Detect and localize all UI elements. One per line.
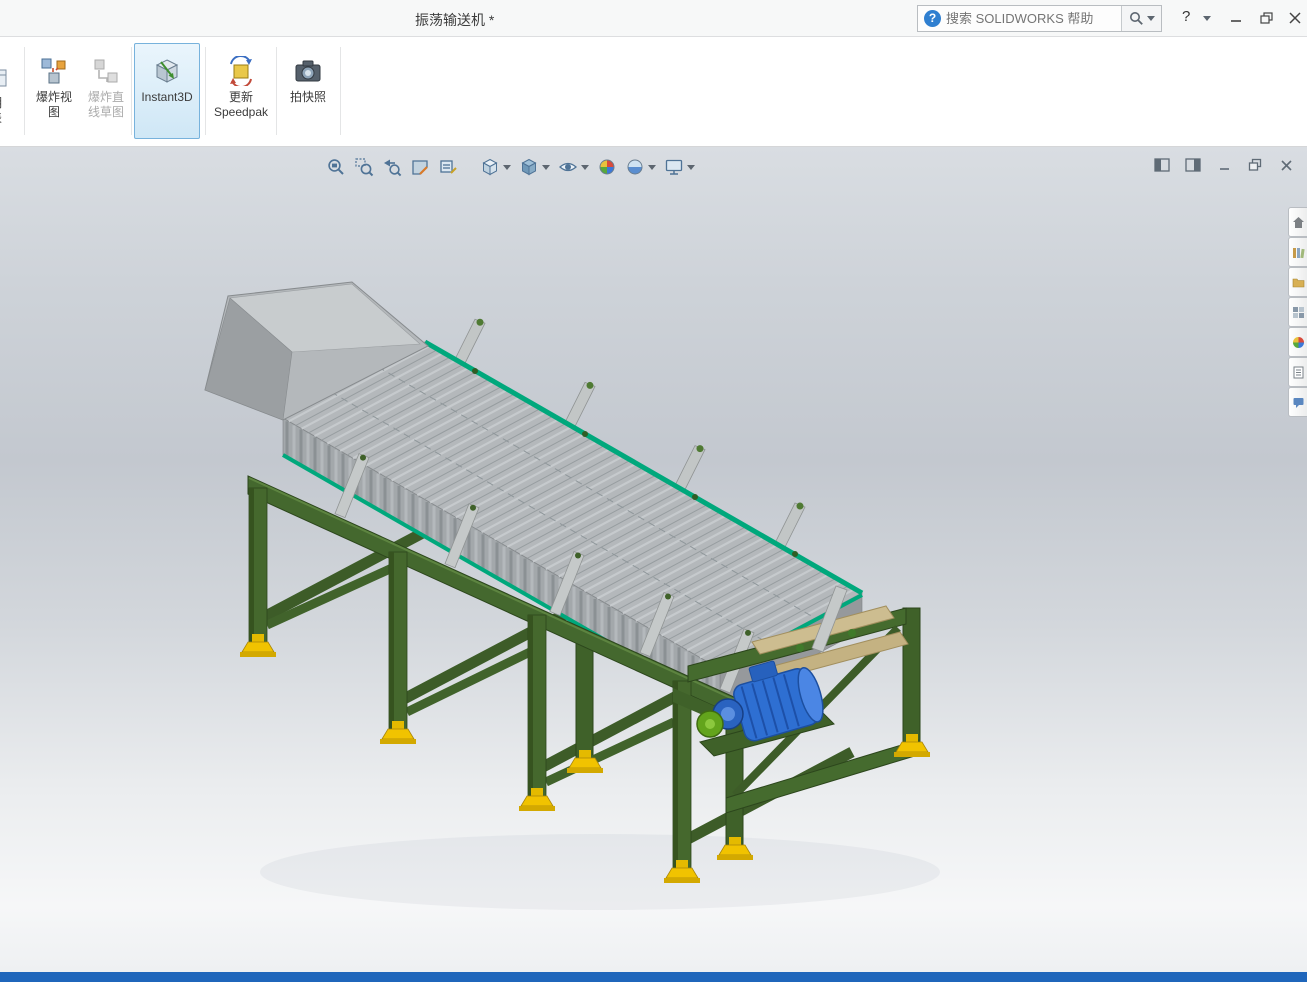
instant3d-label: Instant3D — [141, 90, 193, 104]
exploded-view-button[interactable]: 爆炸视 图 — [28, 43, 80, 139]
display-style-icon — [521, 158, 537, 176]
task-pane-tab-strip — [1288, 207, 1307, 417]
zoom-to-fit-button[interactable] — [322, 153, 350, 181]
conveyor-3d-model[interactable] — [0, 147, 1307, 972]
task-pane-tab-view-palette[interactable] — [1288, 297, 1307, 327]
display-style-caret — [542, 164, 550, 170]
update-speedpak-icon — [230, 56, 252, 86]
bom-label-2: 表 — [0, 111, 2, 125]
exploded-view-label-1: 爆炸视 — [35, 90, 72, 104]
zoom-to-area-button[interactable] — [350, 153, 378, 181]
hide-show-items-icon — [559, 162, 577, 172]
search-icon — [1129, 12, 1143, 25]
annotation-views-button[interactable] — [434, 153, 462, 181]
take-snapshot-label: 拍快照 — [289, 90, 326, 104]
zoom-to-area-icon — [355, 158, 374, 177]
view-palette-icon — [1292, 306, 1304, 318]
doc-minimize-icon — [1219, 167, 1229, 170]
restore-icon — [1259, 11, 1273, 24]
annotation-views-icon — [440, 160, 457, 174]
pane-left-button[interactable] — [1151, 155, 1173, 175]
exploded-view-icon — [41, 58, 66, 84]
restore-button[interactable] — [1252, 7, 1280, 29]
view-orientation-button[interactable] — [476, 153, 515, 181]
task-pane-tab-appearances[interactable] — [1288, 327, 1307, 357]
doc-close-icon — [1280, 159, 1292, 171]
view-settings-icon — [665, 159, 683, 175]
pane-right-button[interactable] — [1182, 155, 1204, 175]
help-search-box[interactable]: ? — [917, 5, 1162, 32]
view-settings-caret — [687, 164, 695, 170]
help-dropdown-caret[interactable] — [1203, 16, 1211, 21]
document-window-controls — [1151, 155, 1297, 175]
update-speedpak-button[interactable]: 更新 Speedpak — [209, 43, 273, 139]
apply-scene-button[interactable] — [621, 153, 660, 181]
view-orientation-caret — [503, 164, 511, 170]
title-bar: 振荡输送机 * ? ? — [0, 0, 1307, 37]
close-icon — [1289, 12, 1301, 24]
task-pane-tab-forum[interactable] — [1288, 387, 1307, 417]
search-dropdown-caret — [1146, 16, 1155, 21]
hide-show-items-caret — [581, 164, 589, 170]
document-title: 振荡输送机 * — [415, 12, 495, 28]
bom-label-1: 明 — [0, 96, 2, 110]
instant3d-button[interactable]: Instant3D — [134, 43, 200, 139]
status-bar — [0, 972, 1307, 982]
section-view-icon — [412, 160, 428, 175]
display-style-button[interactable] — [515, 153, 554, 181]
home-icon — [1292, 216, 1304, 228]
task-pane-tab-custom-properties[interactable] — [1288, 357, 1307, 387]
search-input[interactable] — [946, 11, 1121, 26]
view-settings-button[interactable] — [660, 153, 699, 181]
doc-minimize-button[interactable] — [1213, 155, 1235, 175]
minimize-icon — [1231, 20, 1241, 22]
help-button[interactable]: ? — [1182, 8, 1190, 25]
hide-show-items-button[interactable] — [554, 153, 593, 181]
task-pane-tab-file-explorer[interactable] — [1288, 267, 1307, 297]
update-speedpak-label-1: 更新 — [228, 90, 253, 104]
graphics-viewport[interactable] — [0, 147, 1307, 972]
zoom-to-fit-icon — [328, 159, 344, 175]
explode-line-sketch-button[interactable]: 爆炸直 线草图 — [80, 43, 132, 139]
folder-icon — [1292, 278, 1304, 287]
take-snapshot-button[interactable]: 拍快照 — [280, 43, 336, 139]
doc-restore-button[interactable] — [1244, 155, 1266, 175]
edit-appearance-icon — [599, 159, 615, 175]
explode-line-sketch-label-2: 线草图 — [87, 105, 124, 119]
apply-scene-icon — [627, 159, 643, 175]
help-badge-icon: ? — [924, 10, 941, 27]
search-button[interactable] — [1121, 6, 1161, 31]
bom-table-icon — [0, 69, 7, 87]
task-pane-tab-home[interactable] — [1288, 207, 1307, 237]
custom-properties-icon — [1293, 366, 1303, 378]
view-orientation-icon — [482, 158, 498, 176]
doc-restore-icon — [1248, 158, 1262, 171]
pane-left-icon — [1154, 158, 1170, 172]
explode-line-sketch-icon — [94, 59, 118, 83]
instant3d-icon — [155, 59, 179, 83]
appearances-ball-icon — [1292, 336, 1304, 348]
forum-icon — [1293, 397, 1303, 408]
solidworks-window: 振荡输送机 * ? ? — [0, 0, 1307, 982]
minimize-button[interactable] — [1222, 7, 1250, 29]
update-speedpak-label-2: Speedpak — [213, 105, 269, 119]
design-library-icon — [1292, 247, 1305, 258]
close-button[interactable] — [1281, 7, 1307, 29]
previous-view-button[interactable] — [378, 153, 406, 181]
exploded-view-label-2: 图 — [47, 105, 60, 119]
camera-icon — [295, 60, 321, 82]
apply-scene-caret — [648, 164, 656, 170]
pane-right-icon — [1185, 158, 1201, 172]
task-pane-tab-design-library[interactable] — [1288, 237, 1307, 267]
previous-view-icon — [384, 159, 402, 177]
explode-line-sketch-label-1: 爆炸直 — [87, 90, 124, 104]
ribbon-button-bom-partial[interactable]: 明 表 — [0, 43, 20, 139]
edit-appearance-button[interactable] — [593, 153, 621, 181]
section-view-button[interactable] — [406, 153, 434, 181]
heads-up-view-toolbar — [322, 153, 699, 181]
doc-close-button[interactable] — [1275, 155, 1297, 175]
command-manager-ribbon: 明 表 爆炸视 图 — [0, 37, 1307, 147]
